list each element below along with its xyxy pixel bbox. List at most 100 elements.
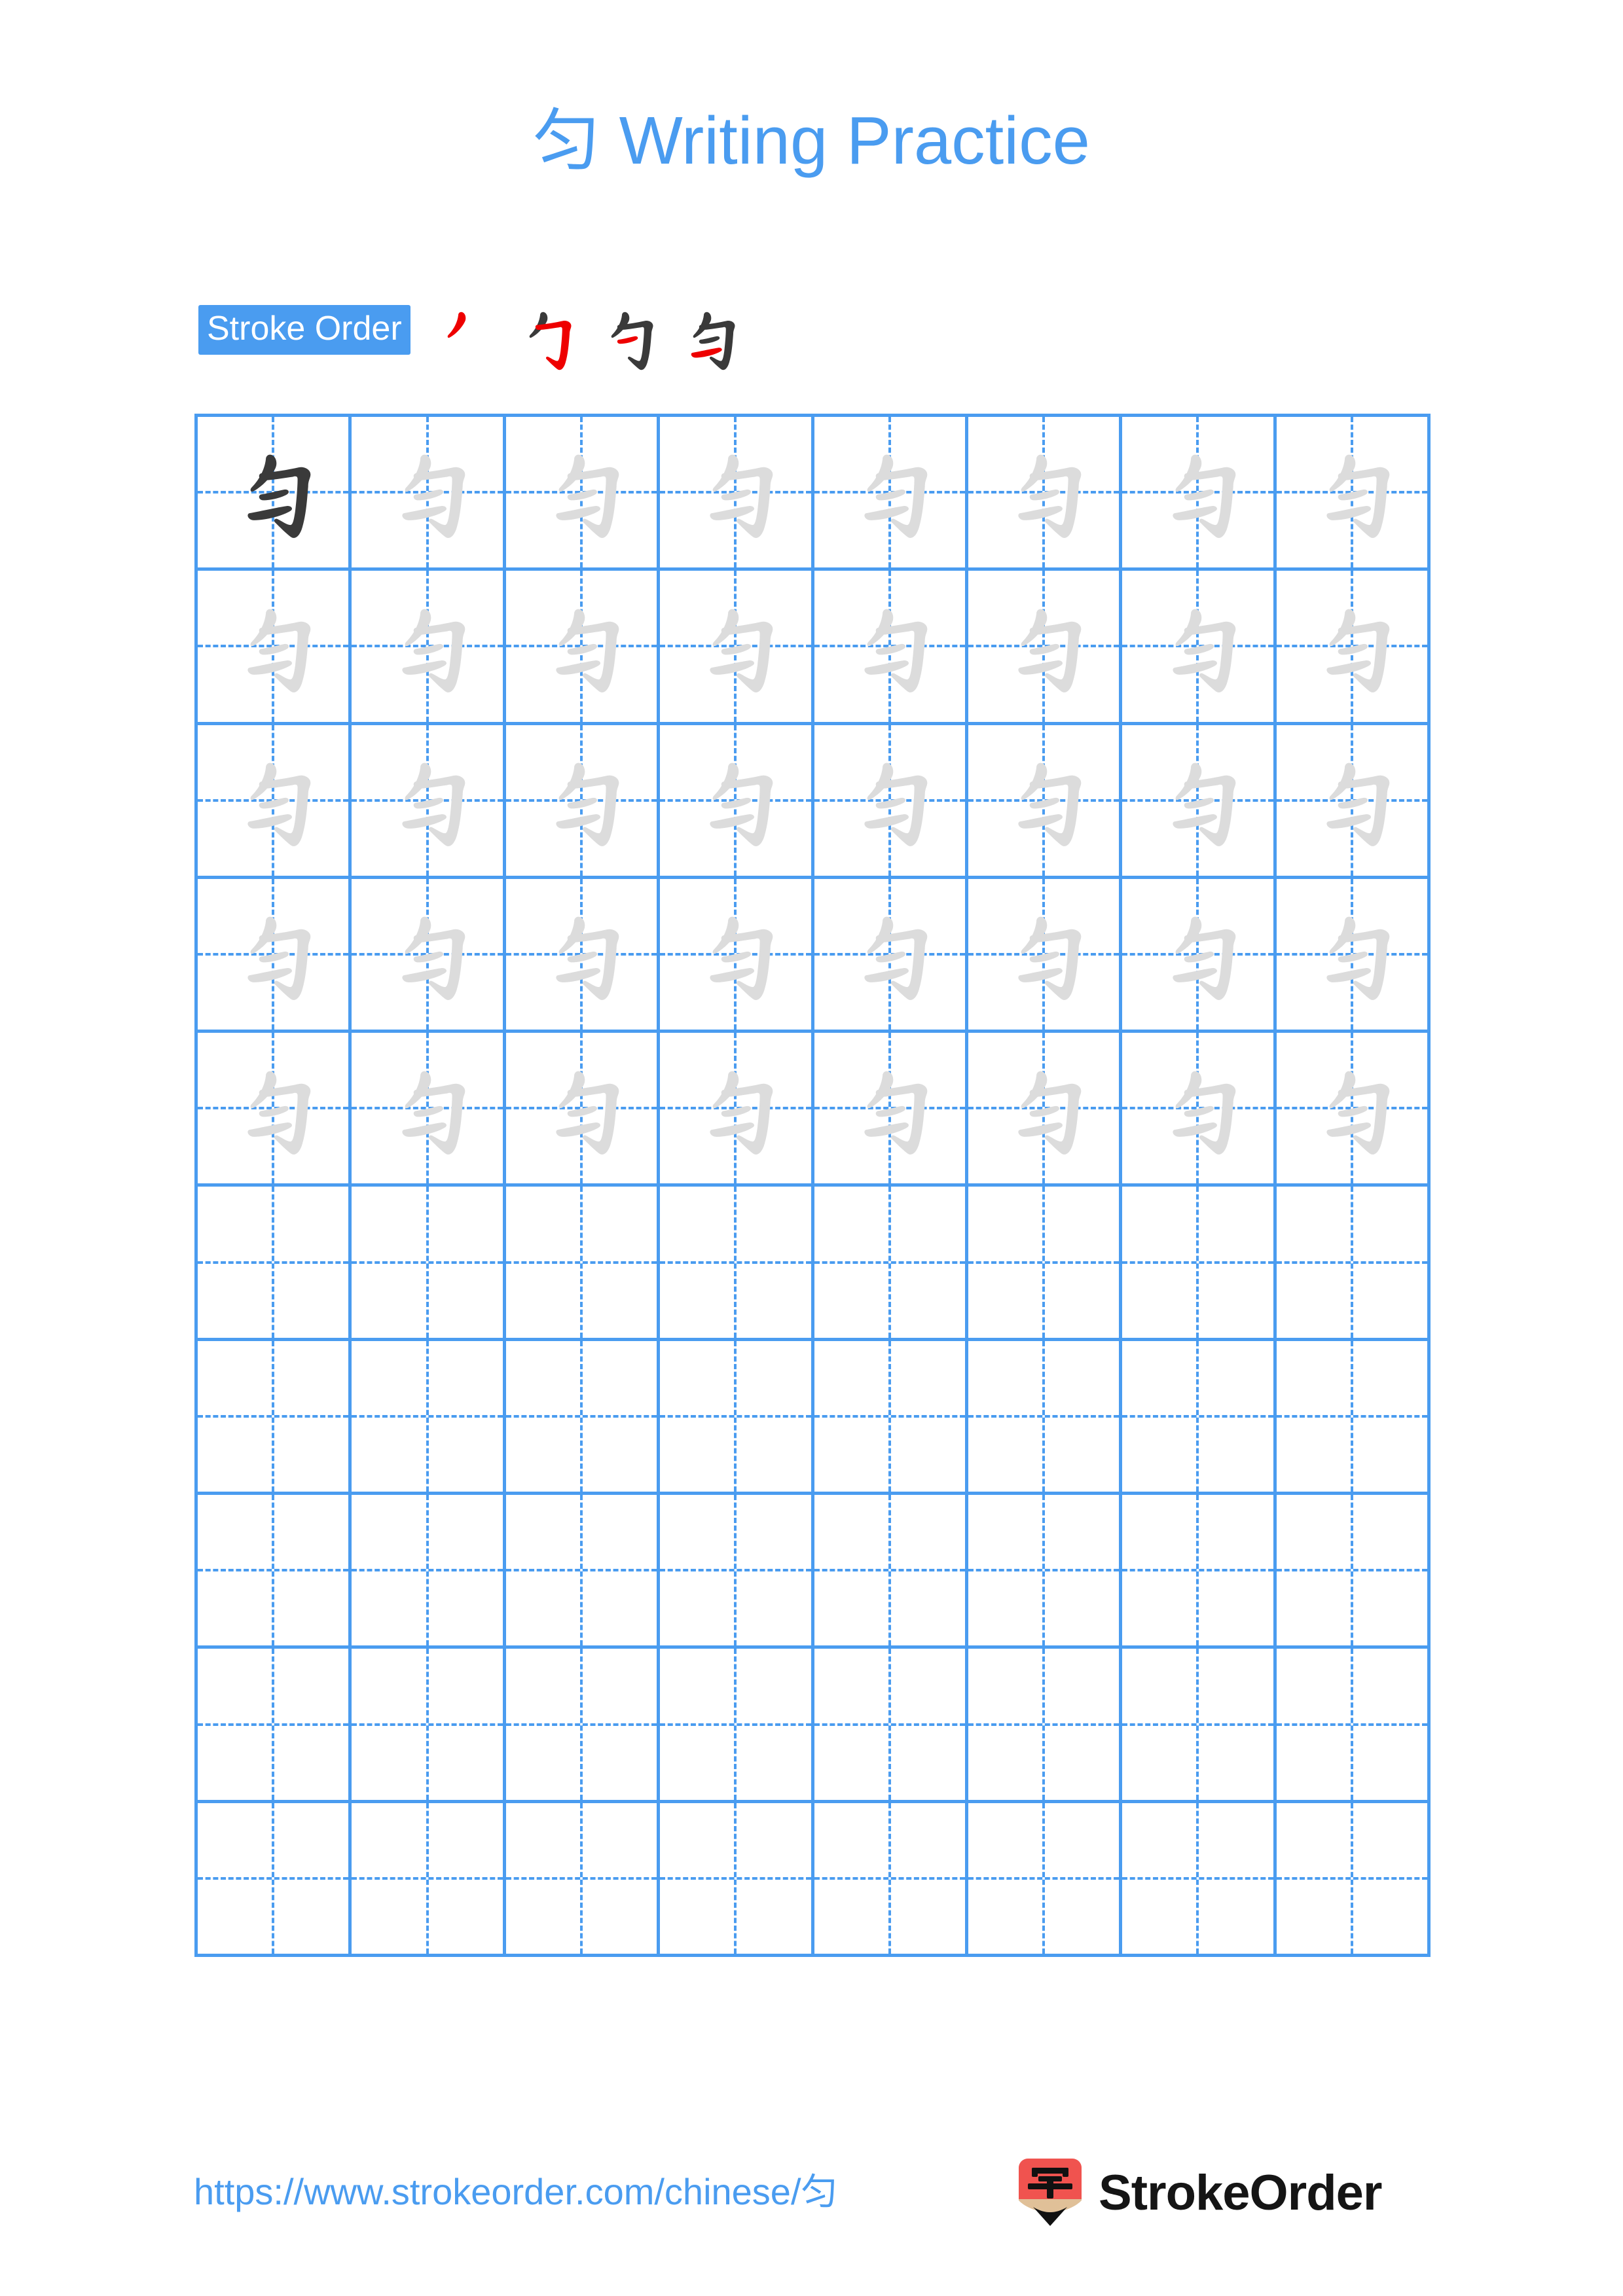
practice-cell-r6-c6[interactable] xyxy=(968,1187,1123,1341)
practice-cell-r4-c5[interactable] xyxy=(814,878,968,1033)
practice-cell-r8-c4[interactable] xyxy=(660,1495,814,1649)
practice-cell-r2-c8[interactable] xyxy=(1276,571,1431,725)
practice-cell-r7-c6[interactable] xyxy=(968,1340,1123,1496)
practice-cell-r2-c6[interactable] xyxy=(968,571,1123,725)
practice-cell-r5-c8[interactable] xyxy=(1276,1033,1431,1187)
practice-cell-r1-c1[interactable] xyxy=(198,417,352,571)
practice-cell-r8-c2[interactable] xyxy=(352,1495,506,1649)
practice-cell-r9-c5[interactable] xyxy=(814,1649,968,1803)
cell-horizontal-guide xyxy=(505,1569,657,1572)
practice-cell-r10-c1[interactable] xyxy=(198,1803,352,1957)
practice-cell-r4-c2[interactable] xyxy=(352,878,506,1033)
practice-cell-r1-c6[interactable] xyxy=(968,417,1123,571)
practice-cell-r1-c4[interactable] xyxy=(660,417,814,571)
practice-cell-r2-c1[interactable] xyxy=(198,571,352,725)
practice-cell-r2-c4[interactable] xyxy=(660,571,814,725)
practice-cell-r1-c7[interactable] xyxy=(1122,417,1277,571)
trace-character xyxy=(1277,571,1427,721)
practice-cell-r5-c7[interactable] xyxy=(1122,1033,1277,1187)
cell-horizontal-guide xyxy=(352,1723,503,1726)
practice-cell-r5-c2[interactable] xyxy=(352,1033,506,1187)
footer-url[interactable]: https://www.strokeorder.com/chinese/匀 xyxy=(194,2170,838,2214)
practice-cell-r3-c4[interactable] xyxy=(660,725,814,879)
practice-cell-r7-c3[interactable] xyxy=(505,1340,661,1496)
practice-cell-r6-c5[interactable] xyxy=(814,1187,968,1341)
strokeorder-logo-icon xyxy=(1019,2159,1082,2228)
practice-cell-r8-c5[interactable] xyxy=(814,1495,968,1649)
practice-cell-r9-c4[interactable] xyxy=(660,1649,814,1803)
practice-cell-r6-c2[interactable] xyxy=(352,1187,506,1341)
trace-character xyxy=(968,417,1119,567)
practice-cell-r4-c1[interactable] xyxy=(198,878,352,1033)
practice-cell-r9-c8[interactable] xyxy=(1276,1649,1431,1803)
trace-character xyxy=(1277,725,1427,876)
practice-cell-r2-c3[interactable] xyxy=(505,571,661,725)
practice-cell-r6-c3[interactable] xyxy=(505,1187,661,1341)
practice-cell-r5-c6[interactable] xyxy=(968,1033,1123,1187)
practice-cell-r7-c8[interactable] xyxy=(1276,1340,1431,1496)
cell-horizontal-guide xyxy=(1122,1569,1273,1572)
practice-cell-r5-c5[interactable] xyxy=(814,1033,968,1187)
practice-cell-r6-c4[interactable] xyxy=(660,1187,814,1341)
practice-cell-r2-c2[interactable] xyxy=(352,571,506,725)
practice-cell-r2-c5[interactable] xyxy=(814,571,968,725)
practice-cell-r2-c7[interactable] xyxy=(1122,571,1277,725)
practice-cell-r4-c7[interactable] xyxy=(1122,878,1277,1033)
practice-cell-r3-c1[interactable] xyxy=(198,725,352,879)
practice-cell-r5-c4[interactable] xyxy=(660,1033,814,1187)
practice-cell-r6-c8[interactable] xyxy=(1276,1187,1431,1341)
practice-cell-r7-c4[interactable] xyxy=(660,1340,814,1496)
practice-cell-r7-c1[interactable] xyxy=(198,1340,352,1496)
practice-cell-r1-c3[interactable] xyxy=(505,417,661,571)
practice-cell-r3-c3[interactable] xyxy=(505,725,661,879)
cell-horizontal-guide xyxy=(1122,1261,1273,1264)
practice-cell-r1-c5[interactable] xyxy=(814,417,968,571)
practice-cell-r8-c7[interactable] xyxy=(1122,1495,1277,1649)
practice-cell-r9-c6[interactable] xyxy=(968,1649,1123,1803)
practice-cell-r9-c7[interactable] xyxy=(1122,1649,1277,1803)
practice-cell-r6-c7[interactable] xyxy=(1122,1187,1277,1341)
practice-cell-r5-c3[interactable] xyxy=(505,1033,661,1187)
trace-character xyxy=(352,725,502,876)
trace-character xyxy=(1277,879,1427,1030)
practice-cell-r8-c3[interactable] xyxy=(505,1495,661,1649)
practice-cell-r4-c4[interactable] xyxy=(660,878,814,1033)
practice-cell-r10-c2[interactable] xyxy=(352,1803,506,1957)
practice-cell-r8-c6[interactable] xyxy=(968,1495,1123,1649)
practice-cell-r8-c8[interactable] xyxy=(1276,1495,1431,1649)
practice-cell-r9-c1[interactable] xyxy=(198,1649,352,1803)
practice-cell-r6-c1[interactable] xyxy=(198,1187,352,1341)
practice-cell-r10-c4[interactable] xyxy=(660,1803,814,1957)
cell-horizontal-guide xyxy=(1122,1414,1273,1418)
practice-cell-r3-c8[interactable] xyxy=(1276,725,1431,879)
practice-cell-r10-c7[interactable] xyxy=(1122,1803,1277,1957)
practice-cell-r4-c8[interactable] xyxy=(1276,878,1431,1033)
practice-cell-r3-c5[interactable] xyxy=(814,725,968,879)
practice-cell-r3-c6[interactable] xyxy=(968,725,1123,879)
practice-cell-r8-c1[interactable] xyxy=(198,1495,352,1649)
trace-character xyxy=(660,571,811,721)
practice-grid-row xyxy=(198,1033,1431,1187)
cell-horizontal-guide xyxy=(1276,1723,1427,1726)
cell-horizontal-guide xyxy=(198,1261,349,1264)
cell-horizontal-guide xyxy=(968,1261,1120,1264)
practice-cell-r4-c6[interactable] xyxy=(968,878,1123,1033)
trace-character xyxy=(814,417,965,567)
practice-cell-r7-c2[interactable] xyxy=(352,1340,506,1496)
cell-horizontal-guide xyxy=(968,1723,1120,1726)
practice-cell-r9-c3[interactable] xyxy=(505,1649,661,1803)
practice-cell-r1-c2[interactable] xyxy=(352,417,506,571)
practice-cell-r10-c6[interactable] xyxy=(968,1803,1123,1957)
practice-cell-r3-c2[interactable] xyxy=(352,725,506,879)
practice-cell-r5-c1[interactable] xyxy=(198,1033,352,1187)
practice-cell-r9-c2[interactable] xyxy=(352,1649,506,1803)
practice-grid xyxy=(194,414,1431,1957)
practice-cell-r10-c3[interactable] xyxy=(505,1803,661,1957)
practice-cell-r10-c5[interactable] xyxy=(814,1803,968,1957)
practice-cell-r4-c3[interactable] xyxy=(505,878,661,1033)
practice-cell-r7-c7[interactable] xyxy=(1122,1340,1277,1496)
practice-cell-r10-c8[interactable] xyxy=(1276,1803,1431,1957)
practice-cell-r7-c5[interactable] xyxy=(814,1340,968,1496)
practice-cell-r3-c7[interactable] xyxy=(1122,725,1277,879)
practice-cell-r1-c8[interactable] xyxy=(1276,417,1431,571)
